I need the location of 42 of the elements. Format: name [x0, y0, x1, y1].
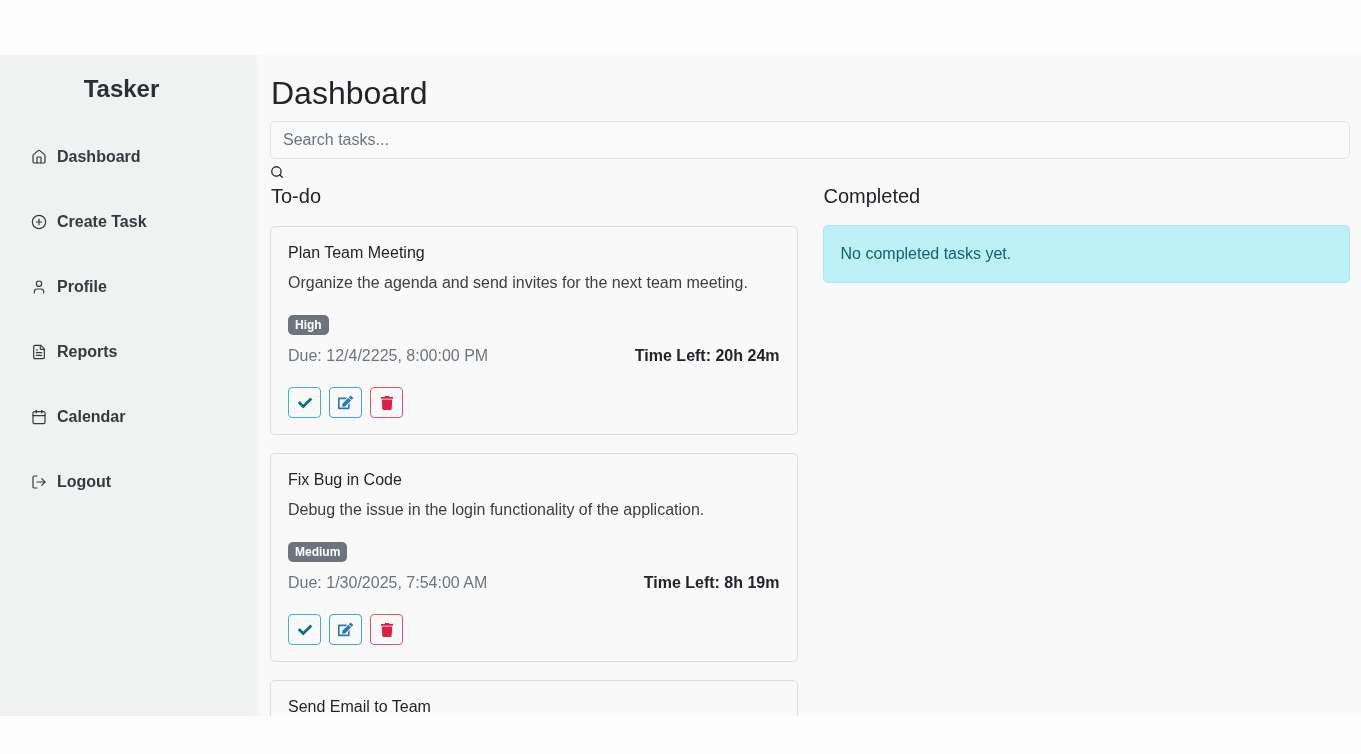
house-icon	[31, 148, 47, 165]
edit-icon	[338, 622, 353, 637]
nav-item[interactable]: Profile	[0, 254, 255, 319]
priority-badge: High	[288, 315, 329, 335]
due-date: Due: 1/30/2025, 7:54:00 AM	[288, 573, 488, 593]
due-date: Due: 12/4/2225, 8:00:00 PM	[288, 346, 489, 366]
nav-item[interactable]: Calendar	[0, 384, 255, 449]
task-description: Debug the issue in the login functionality of the application.	[288, 500, 705, 520]
task-title: Plan Team Meeting	[288, 243, 425, 263]
edit-button[interactable]	[329, 614, 362, 645]
nav-item[interactable]: Create Task	[0, 189, 255, 254]
complete-button[interactable]	[288, 614, 321, 645]
brand-title: Tasker	[83, 74, 160, 104]
trash-icon	[379, 622, 394, 637]
check-icon	[297, 395, 312, 410]
column-heading: Completed	[823, 185, 922, 207]
edit-button[interactable]	[329, 387, 362, 418]
complete-button[interactable]	[288, 387, 321, 418]
time-left: Time Left: 8h 19m	[643, 573, 780, 593]
empty-state-message: No completed tasks yet.	[822, 225, 1350, 283]
task-title: Send Email to Team	[288, 697, 431, 716]
task-description: Organize the agenda and send invites for the next team meeting.	[288, 273, 748, 293]
time-left: Time Left: 20h 24m	[634, 346, 780, 366]
nav-item[interactable]: Dashboard	[0, 124, 255, 189]
calendar-icon	[31, 408, 47, 425]
edit-icon	[338, 395, 353, 410]
user-icon	[31, 278, 47, 295]
column-heading: To-do	[271, 185, 323, 207]
delete-button[interactable]	[370, 614, 403, 645]
check-icon	[297, 622, 312, 637]
trash-icon	[379, 395, 394, 410]
delete-button[interactable]	[370, 387, 403, 418]
priority-badge: Medium	[288, 542, 348, 562]
plus-circle-icon	[31, 213, 47, 230]
nav-item[interactable]: Logout	[0, 449, 255, 514]
page-title: Dashboard	[271, 74, 429, 113]
search-field[interactable]: Search tasks...	[270, 121, 1350, 159]
task-title: Fix Bug in Code	[288, 470, 402, 490]
nav-item[interactable]: Reports	[0, 319, 255, 384]
document-icon	[31, 343, 47, 360]
search-icon[interactable]	[270, 165, 284, 179]
logout-icon	[31, 473, 47, 490]
